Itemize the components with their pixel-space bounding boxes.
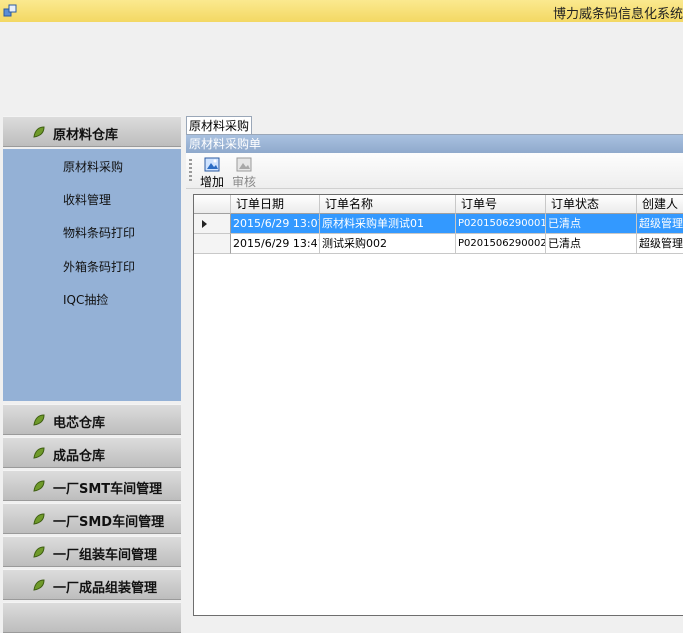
toolbar: 增加 审核 [186, 153, 683, 189]
sidebar-group-label: 成品仓库 [53, 449, 106, 464]
column-header-creator[interactable]: 创建人 [637, 195, 683, 214]
column-header-order-no[interactable]: 订单号 [456, 195, 546, 214]
grid-header: 订单日期 订单名称 订单号 订单状态 创建人 [194, 195, 683, 214]
sidebar-group-label: 一厂SMT车间管理 [53, 482, 163, 497]
title-bar: 博力威条码信息化系统 [0, 0, 683, 23]
tab-raw-material-purchase[interactable]: 原材料采购 [186, 116, 252, 135]
add-button-label: 增加 [199, 175, 224, 189]
cell-status[interactable]: 已清点 [546, 234, 637, 254]
window-title: 博力威条码信息化系统 [552, 7, 683, 22]
toolbar-grip[interactable] [189, 159, 192, 183]
sidebar-group-smd-workshop[interactable]: 一厂SMD车间管理 [3, 503, 181, 534]
cell-name[interactable]: 测试采购002 [320, 234, 456, 254]
current-row-arrow-icon [202, 220, 207, 228]
sidebar-item-carton-barcode-print[interactable]: 外箱条码打印 [63, 258, 135, 275]
sidebar-group-body: 原材料采购 收料管理 物料条码打印 外箱条码打印 IQC抽捡 [3, 149, 181, 401]
sidebar-group-label: 一厂组装车间管理 [53, 548, 158, 563]
sidebar-item-raw-material-purchase[interactable]: 原材料采购 [63, 158, 123, 175]
leaf-icon [33, 513, 45, 525]
table-row[interactable]: 2015/6/29 13:41 测试采购002 P0201506290002 已… [194, 234, 683, 254]
leaf-icon [33, 126, 45, 138]
column-header-name[interactable]: 订单名称 [320, 195, 456, 214]
sidebar-navigation: 原材料仓库 原材料采购 收料管理 物料条码打印 外箱条码打印 IQC抽捡 电芯仓… [3, 116, 181, 633]
cell-name[interactable]: 原材料采购单测试01 [320, 214, 456, 234]
sidebar-group-raw-material-warehouse[interactable]: 原材料仓库 [3, 116, 181, 147]
cell-order-no[interactable]: P0201506290001 [456, 214, 546, 234]
leaf-icon [33, 414, 45, 426]
cell-creator[interactable]: 超级管理员 [637, 214, 683, 234]
leaf-icon [33, 480, 45, 492]
sidebar-group-cell-warehouse[interactable]: 电芯仓库 [3, 404, 181, 435]
cell-creator[interactable]: 超级管理员 [637, 234, 683, 254]
cell-date[interactable]: 2015/6/29 13:41 [231, 234, 320, 254]
panel-title: 原材料采购单 [186, 135, 683, 153]
review-button-label: 审核 [231, 175, 256, 189]
app-icon [3, 4, 17, 17]
column-header-date[interactable]: 订单日期 [231, 195, 320, 214]
column-header-status[interactable]: 订单状态 [546, 195, 637, 214]
leaf-icon [33, 447, 45, 459]
sidebar-group-label: 一厂成品组装管理 [53, 581, 158, 596]
sidebar-group-label: 电芯仓库 [53, 416, 106, 431]
table-row[interactable]: 2015/6/29 13:07 原材料采购单测试01 P020150629000… [194, 214, 683, 234]
review-button[interactable]: 审核 [230, 156, 258, 189]
sidebar-group-label: 原材料仓库 [53, 128, 119, 143]
add-icon [204, 157, 220, 172]
review-icon [236, 157, 252, 172]
cell-order-no[interactable]: P0201506290002 [456, 234, 546, 254]
row-selector[interactable] [194, 234, 231, 254]
sidebar-item-material-barcode-print[interactable]: 物料条码打印 [63, 224, 135, 241]
sidebar-item-receiving-management[interactable]: 收料管理 [63, 191, 111, 208]
sidebar-group-label: 一厂SMD车间管理 [53, 515, 165, 530]
sidebar-group-assembly-workshop[interactable]: 一厂组装车间管理 [3, 536, 181, 567]
sidebar-group-finished-assembly[interactable]: 一厂成品组装管理 [3, 569, 181, 600]
orders-grid[interactable]: 订单日期 订单名称 订单号 订单状态 创建人 2015/6/29 13:07 原… [193, 194, 683, 616]
sidebar-group-finished-warehouse[interactable]: 成品仓库 [3, 437, 181, 468]
cell-date[interactable]: 2015/6/29 13:07 [231, 214, 320, 234]
leaf-icon [33, 579, 45, 591]
add-button[interactable]: 增加 [198, 156, 226, 189]
top-blank-area [0, 22, 683, 116]
leaf-icon [33, 546, 45, 558]
sidebar-group-more[interactable] [3, 602, 181, 633]
sidebar-item-iqc-sampling[interactable]: IQC抽捡 [63, 291, 108, 308]
sidebar-group-smt-workshop[interactable]: 一厂SMT车间管理 [3, 470, 181, 501]
grid-corner[interactable] [194, 195, 231, 214]
row-selector[interactable] [194, 214, 231, 234]
cell-status[interactable]: 已清点 [546, 214, 637, 234]
